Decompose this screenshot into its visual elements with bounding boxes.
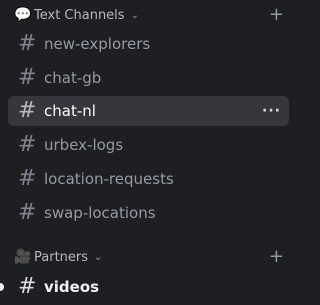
channel-videos[interactable]: # videos xyxy=(8,272,289,302)
hashtag-icon: # xyxy=(18,31,37,56)
hashtag-icon: # xyxy=(18,132,37,157)
channel-new-explorers[interactable]: # new-explorers xyxy=(8,29,289,59)
add-channel-button[interactable]: + xyxy=(269,248,284,266)
channel-chat-nl[interactable]: # chat-nl ··· xyxy=(8,96,289,126)
hashtag-icon: # xyxy=(18,274,37,299)
hashtag-icon: # xyxy=(18,98,37,123)
channel-location-requests[interactable]: # location-requests xyxy=(8,164,289,194)
channel-label: swap-locations xyxy=(44,204,156,222)
category-label: Partners xyxy=(34,249,89,265)
channel-swap-locations[interactable]: # swap-locations xyxy=(8,198,289,228)
channel-label: chat-nl xyxy=(44,102,96,120)
hashtag-icon: # xyxy=(18,200,37,225)
channel-label: chat-gb xyxy=(44,69,102,87)
hashtag-icon: # xyxy=(18,166,37,191)
ellipsis-icon[interactable]: ··· xyxy=(262,103,281,119)
channel-urbex-logs[interactable]: # urbex-logs xyxy=(8,130,289,160)
category-text-channels[interactable]: 💬 Text Channels ⌄ + xyxy=(14,4,286,26)
camera-icon: 🎥 xyxy=(14,249,32,265)
channel-label: urbex-logs xyxy=(44,136,124,154)
channel-label: new-explorers xyxy=(44,35,151,53)
channel-label: videos xyxy=(44,278,100,296)
category-label: Text Channels xyxy=(34,7,125,23)
unread-indicator xyxy=(0,283,4,291)
category-partners[interactable]: 🎥 Partners ⌄ + xyxy=(14,246,286,268)
chevron-down-icon: ⌄ xyxy=(94,251,103,263)
channel-chat-gb[interactable]: # chat-gb xyxy=(8,63,289,93)
channel-label: location-requests xyxy=(44,170,174,188)
chevron-down-icon: ⌄ xyxy=(130,9,139,21)
add-channel-button[interactable]: + xyxy=(269,6,284,24)
speech-bubble-icon: 💬 xyxy=(14,7,32,23)
hashtag-icon: # xyxy=(18,65,37,90)
